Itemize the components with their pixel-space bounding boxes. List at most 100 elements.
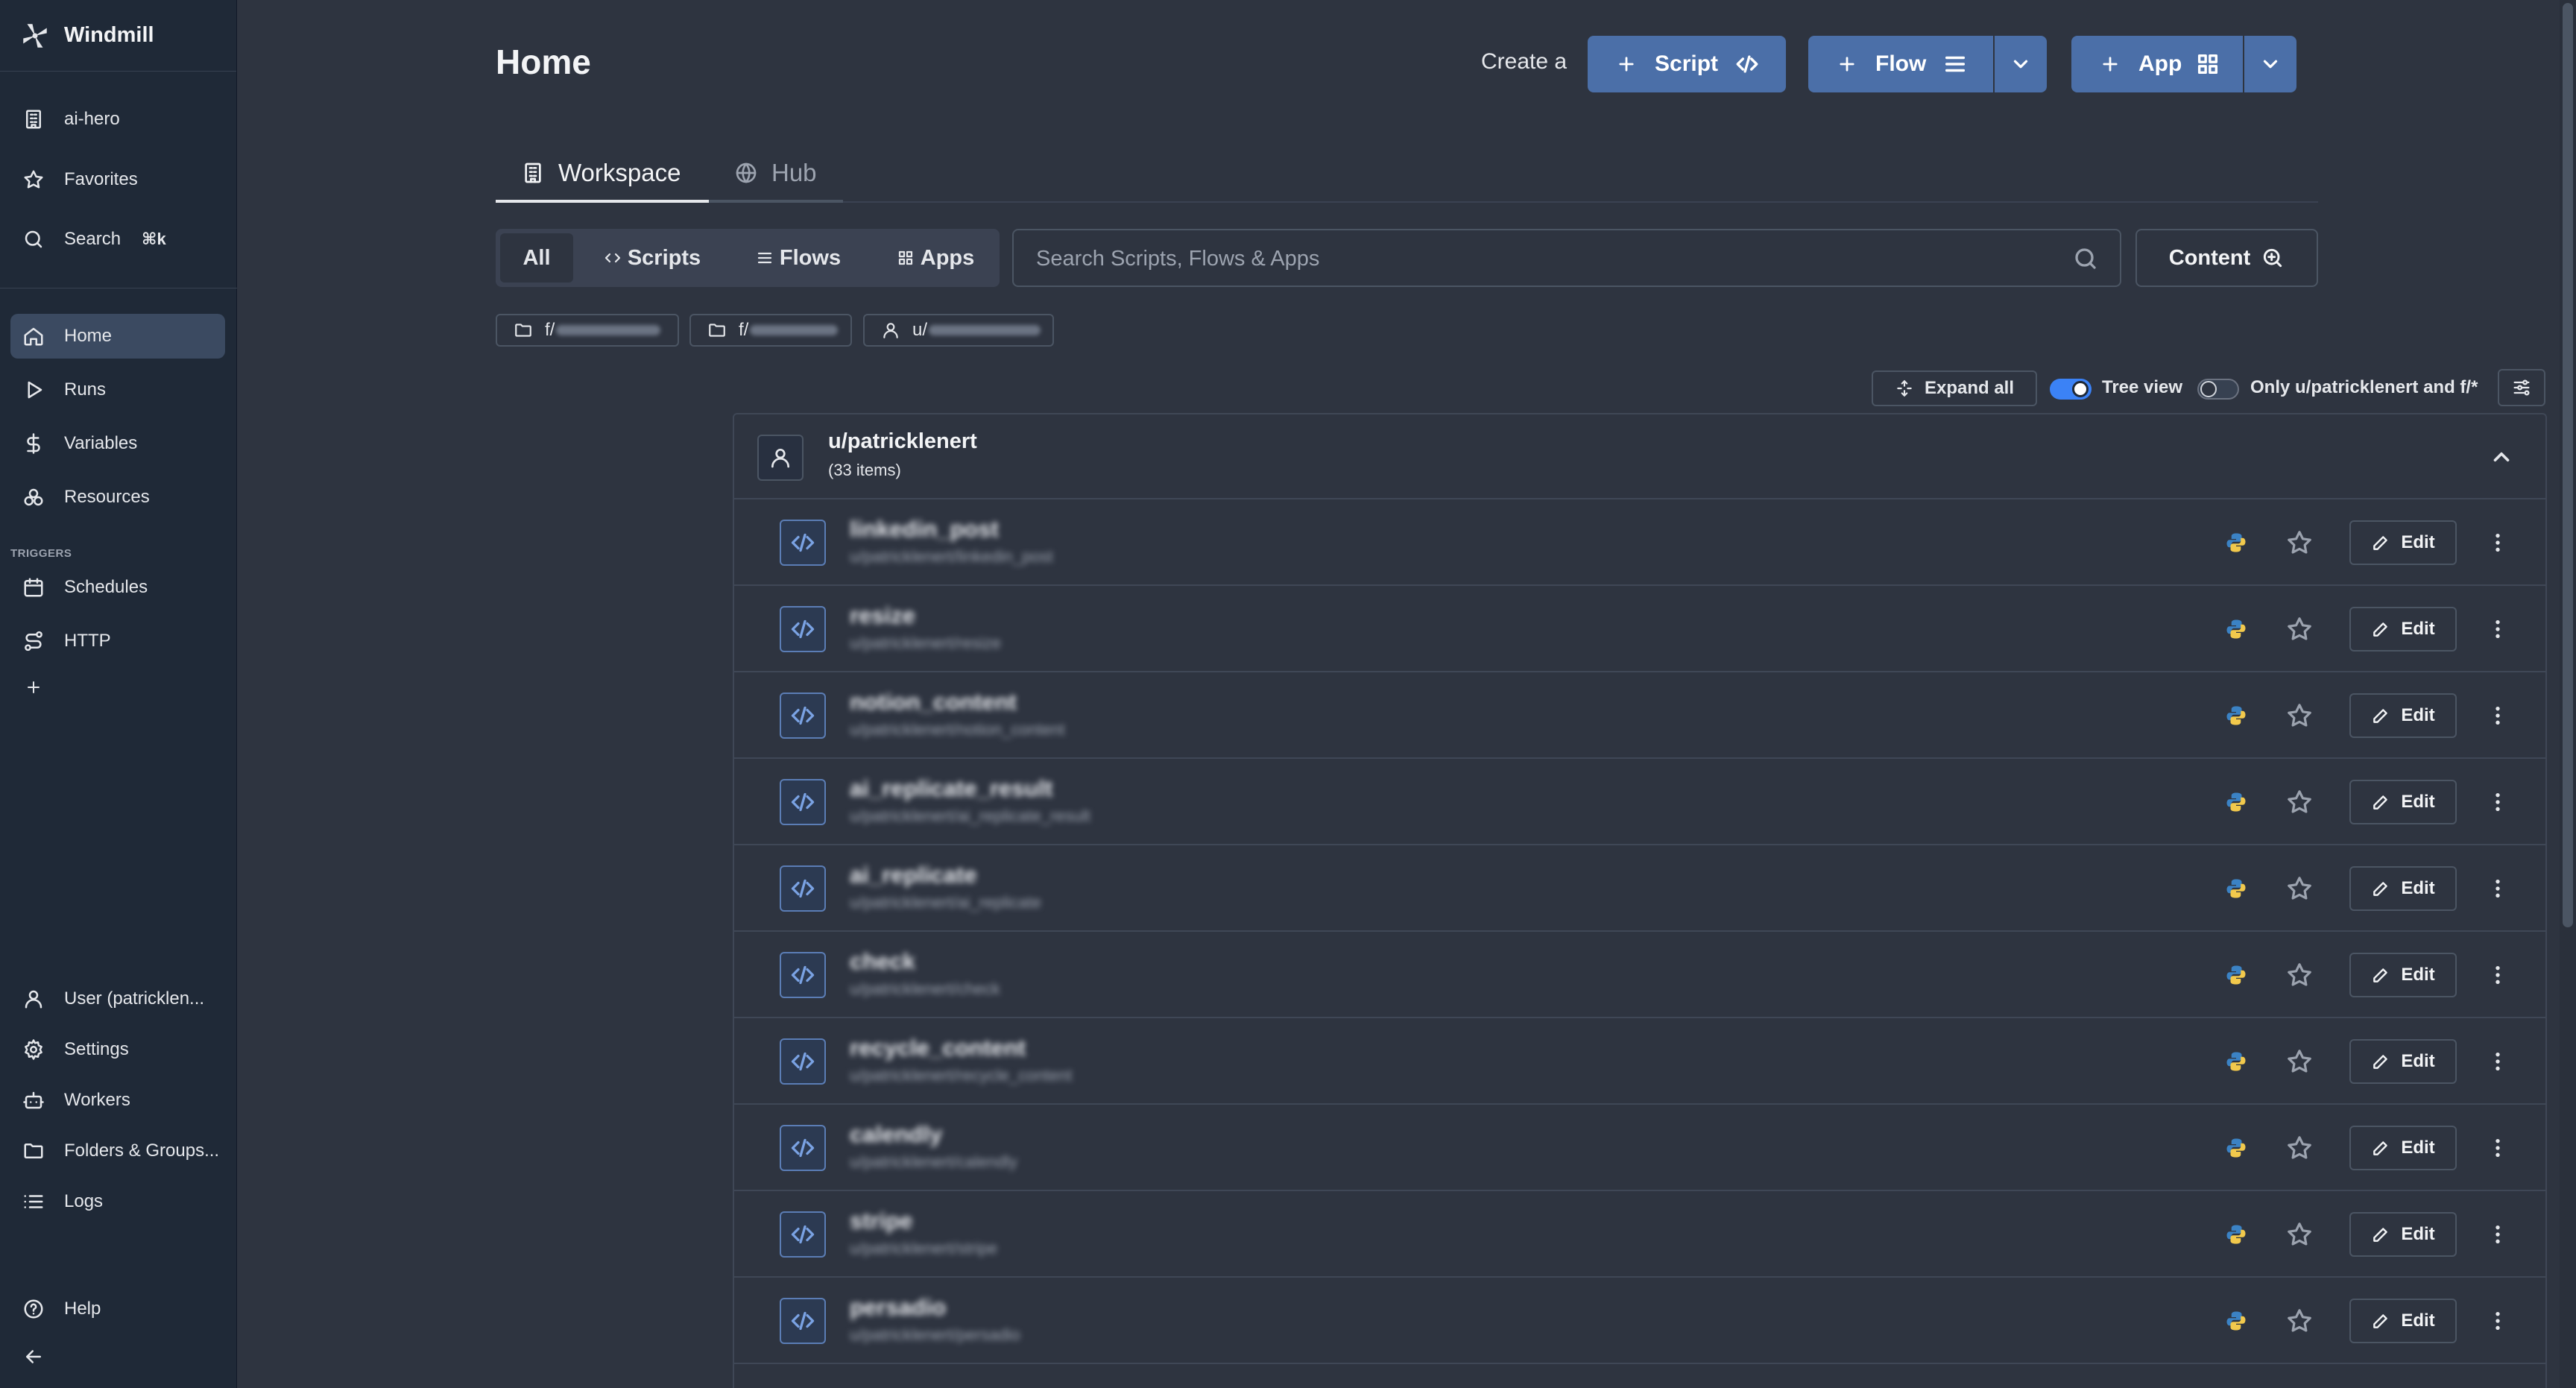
item-name[interactable]: recycle_content bbox=[850, 1035, 1026, 1061]
expand-all-button[interactable]: Expand all bbox=[1872, 370, 2037, 406]
group-count: (33 items) bbox=[828, 461, 901, 479]
folder-icon bbox=[24, 1143, 43, 1158]
create-app-button[interactable]: App bbox=[2071, 36, 2243, 92]
edit-button[interactable]: Edit bbox=[2349, 953, 2457, 997]
more-vertical-icon bbox=[2496, 1312, 2500, 1330]
table-row[interactable]: ai_replicate_result u/patricklenert/ai_re… bbox=[734, 759, 2545, 845]
item-name[interactable]: calendly bbox=[850, 1121, 942, 1148]
sidebar-item-workers[interactable]: Workers bbox=[10, 1078, 225, 1123]
more-options-button[interactable] bbox=[2483, 528, 2513, 558]
table-row[interactable]: linkedin_post u/patricklenert/linkedin_po… bbox=[734, 499, 2545, 586]
sidebar-item-runs[interactable]: Runs bbox=[10, 367, 225, 412]
sidebar-item-search[interactable]: Search ⌘k bbox=[10, 217, 225, 262]
more-options-button[interactable] bbox=[2483, 1047, 2513, 1076]
group-header[interactable]: u/patricklenert (33 items) bbox=[734, 414, 2545, 499]
scrollbar[interactable] bbox=[2560, 0, 2576, 1388]
sidebar-item-http[interactable]: HTTP bbox=[10, 619, 225, 663]
triggers-caption: TRIGGERS bbox=[10, 547, 72, 560]
more-options-button[interactable] bbox=[2483, 1133, 2513, 1163]
item-name[interactable]: notion_content bbox=[850, 689, 1017, 716]
more-options-button[interactable] bbox=[2483, 1220, 2513, 1249]
star-icon bbox=[24, 170, 43, 189]
create-flow-button[interactable]: Flow bbox=[1808, 36, 1993, 92]
star-icon[interactable] bbox=[2285, 529, 2314, 557]
edit-button[interactable]: Edit bbox=[2349, 607, 2457, 652]
tab-workspace[interactable]: Workspace bbox=[496, 146, 709, 203]
sidebar-item-variables[interactable]: Variables bbox=[10, 421, 225, 466]
chevron-up-icon[interactable] bbox=[2489, 444, 2514, 470]
filter-all[interactable]: All bbox=[500, 233, 573, 283]
table-row[interactable]: check u/patricklenert/check Edit bbox=[734, 932, 2545, 1018]
table-row[interactable]: stripe u/patricklenert/stripe Edit bbox=[734, 1191, 2545, 1278]
star-icon[interactable] bbox=[2285, 1220, 2314, 1249]
table-row[interactable]: resize u/patricklenert/resize Edit bbox=[734, 586, 2545, 672]
app-options-dropdown[interactable] bbox=[2243, 36, 2296, 92]
sidebar-item-schedules[interactable]: Schedules bbox=[10, 565, 225, 610]
more-options-button[interactable] bbox=[2483, 1306, 2513, 1336]
sidebar-item-workspace[interactable]: ai-hero bbox=[10, 97, 225, 142]
only-mine-toggle[interactable] bbox=[2197, 379, 2239, 400]
search-icon[interactable] bbox=[2072, 245, 2099, 272]
item-name[interactable]: linkedin_post bbox=[850, 516, 999, 543]
table-row[interactable]: calendly u/patricklenert/calendly Edit bbox=[734, 1105, 2545, 1191]
user-chip[interactable]: u/ bbox=[863, 314, 1054, 347]
edit-button[interactable]: Edit bbox=[2349, 520, 2457, 565]
edit-button[interactable]: Edit bbox=[2349, 693, 2457, 738]
folder-chip[interactable]: f/ bbox=[496, 314, 679, 347]
flow-options-dropdown[interactable] bbox=[1993, 36, 2047, 92]
more-options-button[interactable] bbox=[2483, 960, 2513, 990]
item-name[interactable]: persadio bbox=[850, 1294, 946, 1321]
collapse-sidebar-button[interactable] bbox=[10, 1334, 225, 1379]
create-script-button[interactable]: Script bbox=[1588, 36, 1786, 92]
filter-apps[interactable]: Apps bbox=[876, 233, 995, 283]
table-row[interactable]: notion_content u/patricklenert/notion_con… bbox=[734, 672, 2545, 759]
add-trigger-button[interactable] bbox=[10, 665, 225, 710]
sidebar-item-folders[interactable]: Folders & Groups... bbox=[10, 1129, 225, 1173]
table-row[interactable]: persadio u/patricklenert/persadio Edit bbox=[734, 1278, 2545, 1364]
edit-button[interactable]: Edit bbox=[2349, 1212, 2457, 1257]
star-icon[interactable] bbox=[2285, 1134, 2314, 1162]
star-icon[interactable] bbox=[2285, 1307, 2314, 1335]
item-name[interactable]: resize bbox=[850, 602, 915, 629]
item-name[interactable]: stripe bbox=[850, 1208, 912, 1234]
sidebar-item-resources[interactable]: Resources bbox=[10, 475, 225, 520]
folder-chip[interactable]: f/ bbox=[689, 314, 852, 347]
sidebar-item-settings[interactable]: Settings bbox=[10, 1027, 225, 1072]
table-row[interactable]: recycle_content u/patricklenert/recycle_c… bbox=[734, 1018, 2545, 1105]
more-options-button[interactable] bbox=[2483, 701, 2513, 731]
edit-button[interactable]: Edit bbox=[2349, 1126, 2457, 1170]
filter-scripts[interactable]: Scripts bbox=[584, 233, 721, 283]
brand[interactable]: Windmill bbox=[0, 0, 236, 72]
edit-button[interactable]: Edit bbox=[2349, 1039, 2457, 1084]
tab-hub[interactable]: Hub bbox=[709, 146, 843, 203]
filter-settings-button[interactable] bbox=[2498, 369, 2545, 406]
more-options-button[interactable] bbox=[2483, 614, 2513, 644]
sidebar-item-user[interactable]: User (patricklen... bbox=[10, 977, 225, 1021]
sidebar-item-home[interactable]: Home bbox=[10, 314, 225, 359]
star-icon[interactable] bbox=[2285, 1047, 2314, 1076]
scrollbar-thumb[interactable] bbox=[2563, 3, 2573, 927]
content-search-button[interactable]: Content bbox=[2135, 229, 2318, 287]
filter-flows[interactable]: Flows bbox=[736, 233, 861, 283]
star-icon[interactable] bbox=[2285, 615, 2314, 643]
sidebar-item-favorites[interactable]: Favorites bbox=[10, 157, 225, 202]
star-icon[interactable] bbox=[2285, 788, 2314, 816]
star-icon[interactable] bbox=[2285, 961, 2314, 989]
edit-button[interactable]: Edit bbox=[2349, 866, 2457, 911]
python-icon bbox=[2226, 1311, 2246, 1331]
sidebar-item-help[interactable]: Help bbox=[10, 1287, 225, 1331]
table-row[interactable]: ai_replicate u/patricklenert/ai_replicate… bbox=[734, 845, 2545, 932]
item-name[interactable]: ai_replicate bbox=[850, 862, 977, 889]
more-options-button[interactable] bbox=[2483, 787, 2513, 817]
edit-button[interactable]: Edit bbox=[2349, 1299, 2457, 1343]
create-app-label: App bbox=[2138, 51, 2182, 76]
tree-view-toggle[interactable] bbox=[2050, 379, 2092, 400]
item-name[interactable]: check bbox=[850, 948, 915, 975]
more-options-button[interactable] bbox=[2483, 874, 2513, 903]
star-icon[interactable] bbox=[2285, 874, 2314, 903]
star-icon[interactable] bbox=[2285, 701, 2314, 730]
edit-button[interactable]: Edit bbox=[2349, 780, 2457, 824]
sidebar-item-logs[interactable]: Logs bbox=[10, 1179, 225, 1224]
search-input[interactable] bbox=[1036, 242, 2050, 275]
item-name[interactable]: ai_replicate_result bbox=[850, 775, 1052, 802]
